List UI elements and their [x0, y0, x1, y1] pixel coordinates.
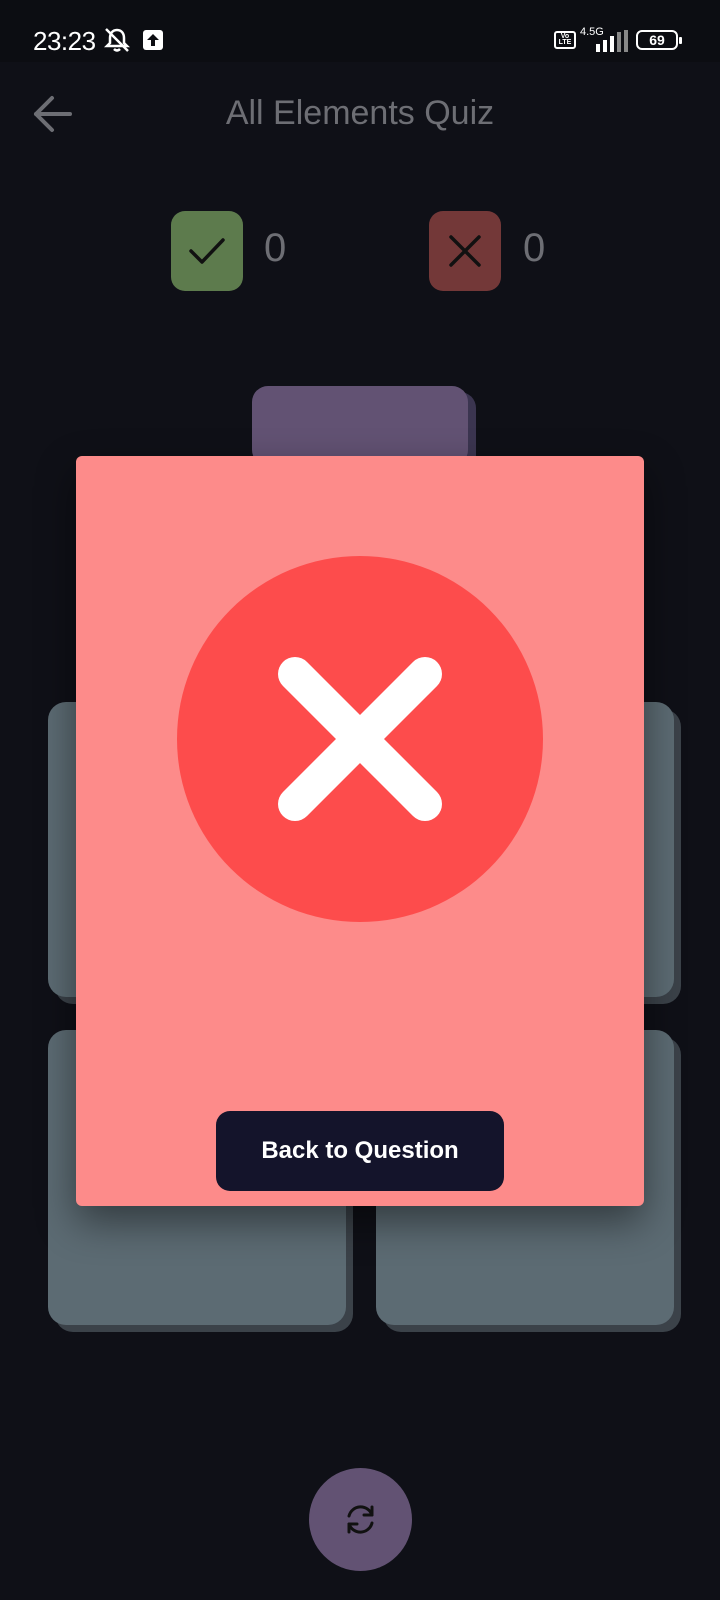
- wrong-score-badge: [429, 211, 501, 291]
- back-to-question-button[interactable]: Back to Question: [216, 1111, 504, 1191]
- correct-count: 0: [264, 226, 287, 270]
- close-circle-icon: [177, 556, 543, 922]
- quiz-screen: 23:23 Vo LTE 4.5G 69 All Elements Quiz 0…: [0, 0, 720, 1600]
- mute-icon: [102, 26, 132, 59]
- volte-icon: Vo LTE: [554, 31, 576, 49]
- wrong-answer-dialog: Back to Question: [76, 456, 644, 1206]
- close-icon: [449, 235, 481, 267]
- status-time: 23:23: [33, 26, 96, 56]
- check-icon: [189, 238, 225, 264]
- question-card: [252, 386, 468, 466]
- wrong-count: 0: [523, 226, 546, 270]
- refresh-icon: [347, 1505, 374, 1534]
- correct-score-badge: [171, 211, 243, 291]
- battery-icon: 69: [636, 30, 682, 50]
- upload-icon: [143, 30, 163, 50]
- refresh-button[interactable]: [309, 1468, 412, 1571]
- page-title: All Elements Quiz: [225, 94, 495, 132]
- signal-icon: [596, 30, 628, 57]
- status-bar: 23:23 Vo LTE 4.5G 69: [0, 0, 720, 62]
